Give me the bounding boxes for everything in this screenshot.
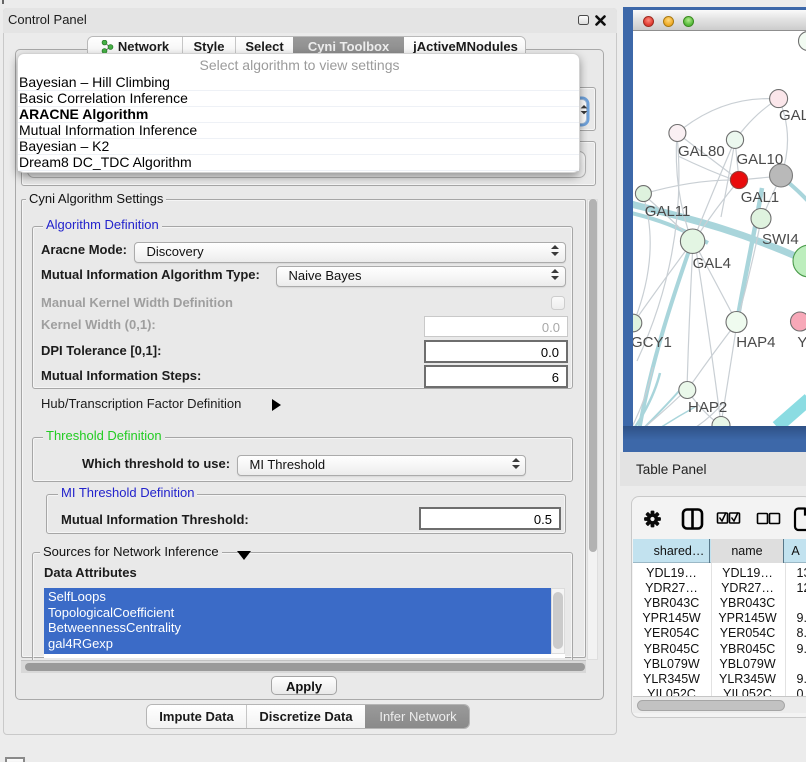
svg-text:GCY1: GCY1	[633, 334, 672, 351]
svg-text:GAL10: GAL10	[737, 151, 784, 168]
svg-text:HAP4: HAP4	[736, 334, 775, 351]
svg-text:Y: Y	[797, 334, 806, 351]
svg-text:GAL1: GAL1	[741, 189, 779, 206]
svg-text:GAL11: GAL11	[645, 203, 691, 220]
svg-text:GAL4: GAL4	[693, 255, 731, 272]
svg-text:GAL7: GAL7	[779, 107, 806, 124]
svg-text:SWI4: SWI4	[762, 231, 799, 248]
svg-text:GAL80: GAL80	[678, 143, 725, 160]
svg-text:HAP2: HAP2	[688, 399, 727, 416]
